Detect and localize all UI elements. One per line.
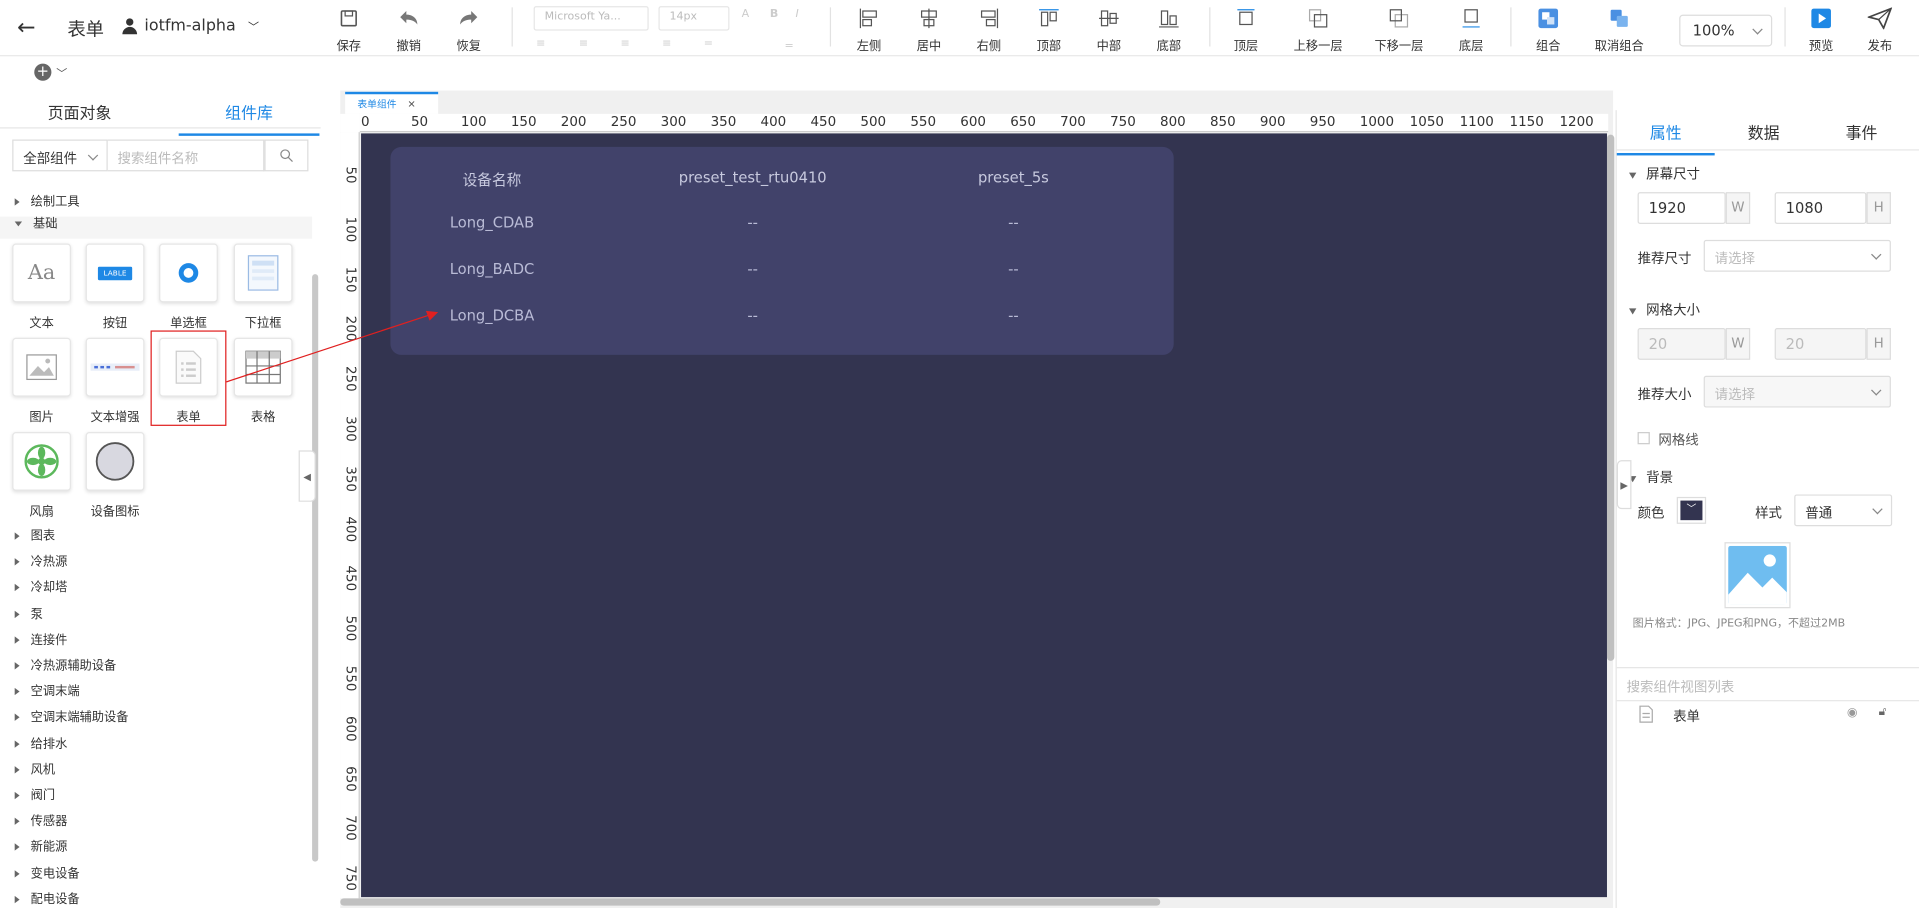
grid-lines-checkbox[interactable] — [1637, 432, 1650, 445]
eye-icon[interactable]: ◉ — [1847, 706, 1858, 719]
background-image-upload[interactable] — [1724, 542, 1791, 609]
background-color-picker[interactable]: ﹀ — [1676, 496, 1707, 524]
height-unit: H — [1866, 192, 1891, 224]
section-screen-size[interactable]: 屏幕尺寸 — [1629, 164, 1700, 184]
width-unit: W — [1725, 192, 1751, 224]
collapse-right-panel-button[interactable]: ▶ — [1616, 460, 1632, 510]
chevron-down-icon: ﹀ — [1680, 500, 1703, 521]
style-label: 样式 — [1755, 505, 1782, 522]
image-format-hint: 图片格式：JPG、JPEG和PNG，不超过2MB — [1632, 618, 1846, 631]
recommend-size-select[interactable]: 请选择 — [1703, 239, 1891, 272]
chevron-down-icon — [1871, 249, 1882, 260]
layer-item-label: 表单 — [1673, 708, 1700, 725]
height-unit: H — [1866, 328, 1891, 360]
grid-height-input[interactable]: 20 — [1774, 328, 1867, 360]
recommend-grid-select[interactable]: 请选择 — [1703, 375, 1891, 408]
layer-item[interactable]: 表单 ◉ 🔓︎ — [1617, 703, 1919, 727]
lock-icon[interactable]: 🔓︎ — [1879, 705, 1887, 718]
screen-height-input[interactable]: 1080 — [1774, 192, 1867, 224]
layer-search-input[interactable]: 搜索组件视图列表 — [1616, 667, 1919, 702]
image-upload-icon — [1728, 545, 1787, 605]
width-unit: W — [1725, 328, 1751, 360]
background-style-select[interactable]: 普通 — [1794, 494, 1893, 527]
caret-right-icon: ▶ — [1620, 479, 1628, 491]
recommend-size-label: 推荐尺寸 — [1637, 250, 1692, 267]
caret-down-icon — [1629, 171, 1637, 179]
grid-lines-label: 网格线 — [1658, 432, 1699, 448]
tab-events[interactable]: 事件 — [1813, 120, 1911, 153]
color-label: 颜色 — [1637, 505, 1665, 522]
right-panel: 属性 数据 事件 屏幕尺寸 1920 W 1080 H 推荐尺寸 请选择 网格大… — [1615, 110, 1919, 908]
grid-width-input[interactable]: 20 — [1637, 328, 1726, 360]
tab-data[interactable]: 数据 — [1715, 120, 1813, 153]
chevron-down-icon — [1872, 503, 1883, 515]
caret-down-icon — [1629, 307, 1637, 314]
screen-width-input[interactable]: 1920 — [1637, 192, 1726, 224]
tab-divider — [1616, 149, 1919, 151]
section-background[interactable]: 背景 — [1629, 468, 1673, 488]
recommend-size-label: 推荐大小 — [1637, 386, 1692, 403]
section-grid-size[interactable]: 网格大小 — [1629, 300, 1700, 320]
form-icon — [1639, 705, 1653, 723]
chevron-down-icon — [1871, 385, 1882, 396]
